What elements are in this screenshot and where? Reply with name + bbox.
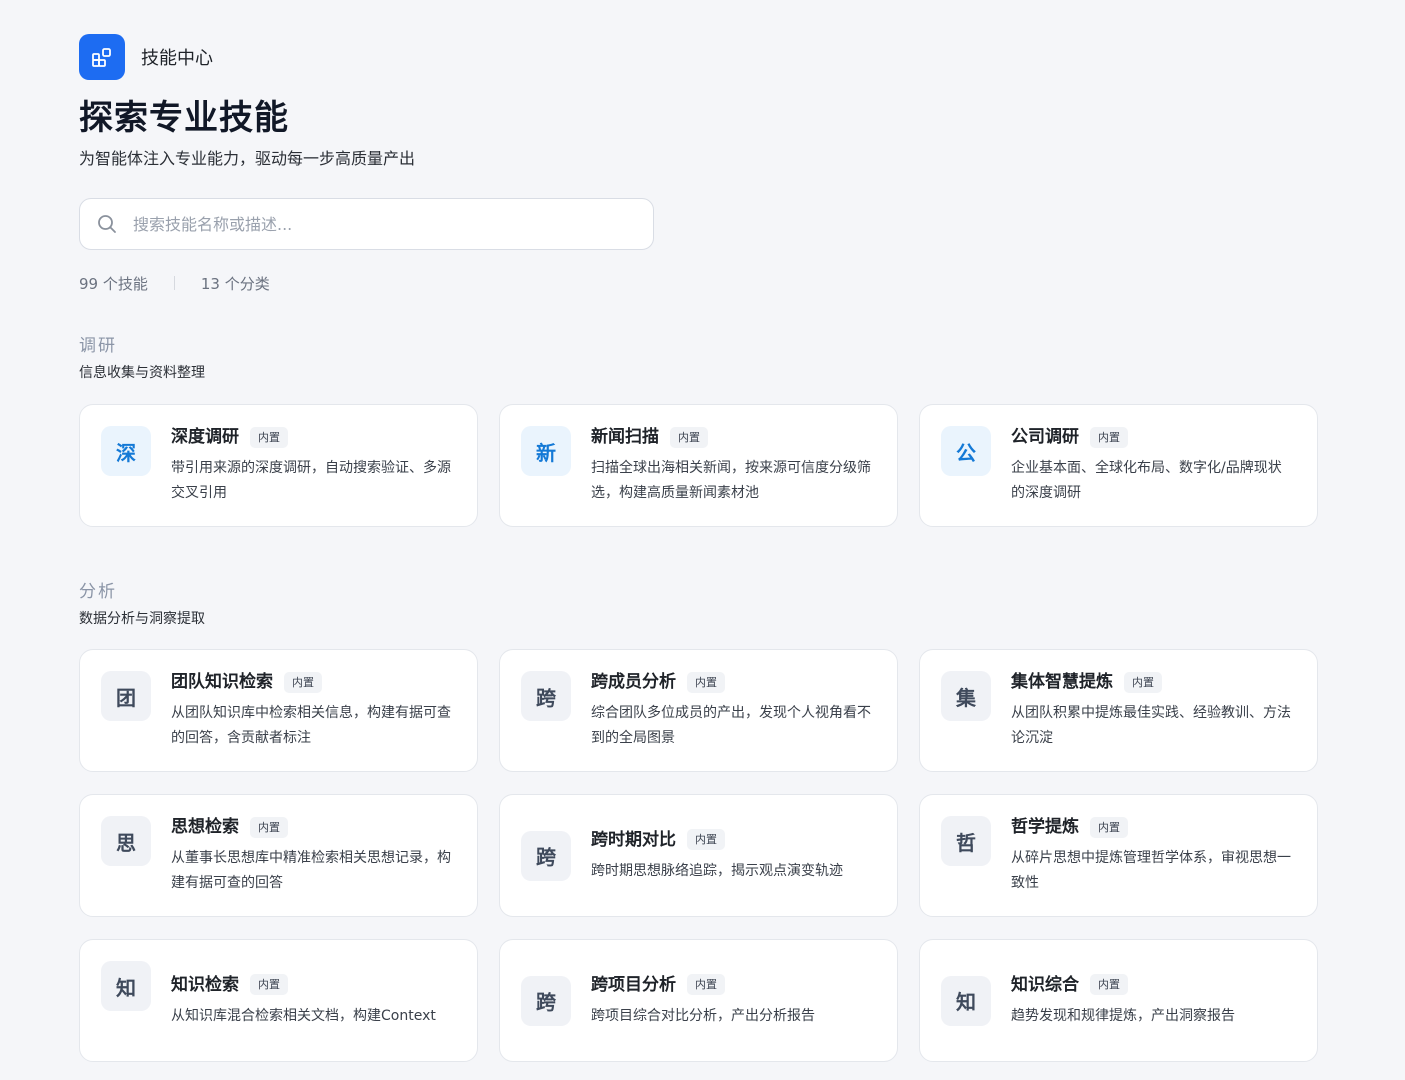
section-title: 分析 [79, 582, 117, 602]
card-desc: 从知识库混合检索相关文档，构建Context [171, 1007, 436, 1024]
card-desc: 跨项目综合对比分析，产出分析报告 [591, 1007, 815, 1024]
skill-letter-icon: 思 [101, 816, 151, 866]
page-subtitle: 为智能体注入专业能力，驱动每一步高质量产出 [79, 149, 416, 168]
card-title: 思想检索 [171, 817, 239, 837]
skill-letter-icon: 跨 [521, 671, 571, 721]
skill-count: 99 个技能 [79, 274, 148, 293]
builtin-badge: 内置 [250, 974, 288, 995]
card-title: 跨时期对比 [591, 829, 676, 850]
skill-card-cross-member[interactable]: 跨 跨成员分析 内置 综合团队多位成员的产出，发现个人视角看不到的全局图景 [499, 649, 898, 772]
section-analysis: 分析 数据分析与洞察提取 团 团队知识检索 内置 从团队知识库中检索相关信息，构建… [79, 581, 1318, 1062]
builtin-badge: 内置 [284, 671, 322, 693]
brand-header: 技能中心 [79, 34, 1317, 80]
card-desc: 带引用来源的深度调研，自动搜索验证、多源交叉引用 [171, 460, 451, 501]
skill-card-thought-search[interactable]: 思 思想检索 内置 从董事长思想库中精准检索相关思想记录，构建有据可查的回答 [79, 794, 478, 917]
card-desc: 综合团队多位成员的产出，发现个人视角看不到的全局图景 [591, 705, 871, 746]
skill-card-news-scan[interactable]: 新 新闻扫描 内置 扫描全球出海相关新闻，按来源可信度分级筛选，构建高质量新闻素材… [499, 404, 898, 527]
builtin-badge: 内置 [1124, 671, 1162, 693]
builtin-badge: 内置 [250, 426, 288, 448]
skill-letter-icon: 知 [941, 975, 991, 1026]
card-title: 知识检索 [171, 974, 239, 995]
skill-card-cross-period[interactable]: 跨 跨时期对比 内置 跨时期思想脉络追踪，揭示观点演变轨迹 [499, 794, 898, 917]
skill-card-cross-project[interactable]: 跨 跨项目分析 内置 跨项目综合对比分析，产出分析报告 [499, 939, 898, 1062]
card-desc: 趋势发现和规律提炼，产出洞察报告 [1011, 1007, 1235, 1024]
grid-squares-icon[interactable] [79, 34, 125, 80]
skill-letter-icon: 团 [101, 671, 151, 721]
card-title: 公司调研 [1011, 427, 1079, 447]
card-desc: 扫描全球出海相关新闻，按来源可信度分级筛选，构建高质量新闻素材池 [591, 460, 871, 501]
builtin-badge: 内置 [687, 671, 725, 693]
card-desc: 从团队积累中提炼最佳实践、经验教训、方法论沉淀 [1011, 705, 1291, 746]
builtin-badge: 内置 [1090, 974, 1128, 995]
brand-name: 技能中心 [141, 48, 213, 69]
card-desc: 跨时期思想脉络追踪，揭示观点演变轨迹 [591, 862, 843, 879]
search-input[interactable] [131, 213, 615, 235]
card-title: 新闻扫描 [591, 427, 659, 447]
search-icon [98, 215, 116, 233]
section-title: 调研 [79, 336, 117, 356]
builtin-badge: 内置 [670, 426, 708, 448]
category-count: 13 个分类 [200, 274, 270, 293]
card-desc: 企业基本面、全球化布局、数字化/品牌现状的深度调研 [1011, 460, 1282, 501]
stats-bar: 99 个技能 13 个分类 [79, 272, 1317, 294]
skill-card-knowledge-synthesis[interactable]: 知 知识综合 内置 趋势发现和规律提炼，产出洞察报告 [919, 939, 1318, 1062]
skill-card-deep-research[interactable]: 深 深度调研 内置 带引用来源的深度调研，自动搜索验证、多源交叉引用 [79, 404, 478, 527]
card-title: 集体智慧提炼 [1011, 672, 1113, 692]
builtin-badge: 内置 [250, 816, 288, 838]
page-container: 技能中心 探索专业技能 为智能体注入专业能力，驱动每一步高质量产出 99 个技能… [79, 34, 1317, 294]
card-title: 团队知识检索 [171, 672, 273, 692]
builtin-badge: 内置 [1090, 426, 1128, 448]
skill-letter-icon: 跨 [521, 830, 571, 881]
card-desc: 从碎片思想中提炼管理哲学体系，审视思想一致性 [1011, 850, 1291, 891]
skill-card-company-research[interactable]: 公 公司调研 内置 企业基本面、全球化布局、数字化/品牌现状的深度调研 [919, 404, 1318, 527]
card-title: 知识综合 [1011, 974, 1079, 995]
skill-letter-icon: 新 [521, 426, 571, 476]
section-desc: 信息收集与资料整理 [79, 365, 205, 381]
search-box[interactable] [79, 198, 654, 250]
section-desc: 数据分析与洞察提取 [79, 611, 205, 627]
card-title: 深度调研 [171, 427, 239, 447]
builtin-badge: 内置 [687, 974, 725, 995]
skill-letter-icon: 跨 [521, 975, 571, 1026]
skill-letter-icon: 公 [941, 426, 991, 476]
card-desc: 从董事长思想库中精准检索相关思想记录，构建有据可查的回答 [171, 850, 451, 891]
skill-card-philosophy[interactable]: 哲 哲学提炼 内置 从碎片思想中提炼管理哲学体系，审视思想一致性 [919, 794, 1318, 917]
skill-letter-icon: 知 [101, 961, 151, 1011]
builtin-badge: 内置 [687, 829, 725, 850]
card-title: 哲学提炼 [1011, 817, 1079, 837]
skill-letter-icon: 集 [941, 671, 991, 721]
skill-letter-icon: 深 [101, 426, 151, 476]
builtin-badge: 内置 [1090, 816, 1128, 838]
skill-letter-icon: 哲 [941, 816, 991, 866]
card-desc: 从团队知识库中检索相关信息，构建有据可查的回答，含贡献者标注 [171, 705, 451, 746]
skill-card-knowledge-search[interactable]: 知 知识检索 内置 从知识库混合检索相关文档，构建Context [79, 939, 478, 1062]
section-research: 调研 信息收集与资料整理 深 深度调研 内置 带引用来源的深度调研，自动搜索验证、… [79, 335, 1318, 527]
skill-card-collective-wisdom[interactable]: 集 集体智慧提炼 内置 从团队积累中提炼最佳实践、经验教训、方法论沉淀 [919, 649, 1318, 772]
skill-card-team-knowledge[interactable]: 团 团队知识检索 内置 从团队知识库中检索相关信息，构建有据可查的回答，含贡献者标… [79, 649, 478, 772]
page-title: 探索专业技能 [79, 98, 289, 138]
card-title: 跨项目分析 [591, 974, 676, 995]
stats-divider [173, 276, 175, 290]
card-title: 跨成员分析 [591, 672, 676, 692]
